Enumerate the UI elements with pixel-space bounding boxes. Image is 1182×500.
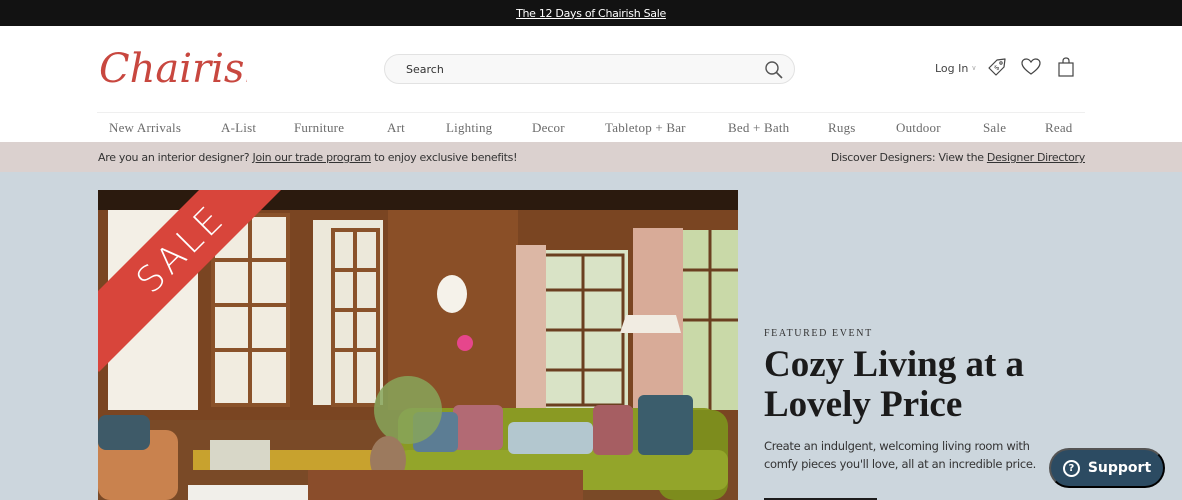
featured-event-description: Create an indulgent, welcoming living ro… <box>764 439 1036 471</box>
nav-furniture[interactable]: Furniture <box>294 120 344 136</box>
promo-bar: The 12 Days of Chairish Sale <box>0 0 1182 26</box>
price-tag-icon: $ <box>988 58 1006 76</box>
nav-decor[interactable]: Decor <box>532 120 565 136</box>
chevron-down-icon: ∨ <box>971 64 977 72</box>
trade-program-message: Are you an interior designer? Join our t… <box>98 151 518 164</box>
support-button[interactable]: ? Support <box>1049 448 1165 488</box>
shopping-bag-icon <box>1058 57 1074 77</box>
featured-event-eyebrow: FEATURED EVENT <box>764 328 873 339</box>
nav-outdoor[interactable]: Outdoor <box>896 120 941 136</box>
search-button[interactable] <box>764 60 784 80</box>
cart-button[interactable] <box>1055 56 1077 78</box>
site-header: Chairish Log In ∨ $ <box>0 26 1182 142</box>
designer-directory-message: Discover Designers: View the Designer Di… <box>831 151 1085 164</box>
search-bar <box>384 54 795 84</box>
designer-directory-link[interactable]: Designer Directory <box>987 151 1085 164</box>
help-circle-icon: ? <box>1062 459 1080 477</box>
hero-image[interactable]: SALE <box>98 190 738 500</box>
nav-lighting[interactable]: Lighting <box>446 120 492 136</box>
login-menu[interactable]: Log In ∨ <box>935 62 977 75</box>
nav-a-list[interactable]: A-List <box>221 120 256 136</box>
trade-program-bar: Are you an interior designer? Join our t… <box>0 142 1182 172</box>
account-area: Log In ∨ $ <box>935 56 1074 80</box>
search-icon <box>765 61 783 79</box>
logo-wordmark-icon: Chairish <box>99 46 270 92</box>
directory-prefix: Discover Designers: View the <box>830 151 984 164</box>
login-label: Log In <box>935 61 969 75</box>
chairish-logo[interactable]: Chairish <box>97 38 270 94</box>
promo-link[interactable]: The 12 Days of Chairish Sale <box>516 7 666 20</box>
nav-bed-bath[interactable]: Bed + Bath <box>728 120 789 136</box>
price-alerts-button[interactable]: $ <box>986 56 1008 78</box>
support-label: Support <box>1087 460 1152 476</box>
main-nav: New Arrivals A-List Furniture Art Lighti… <box>97 113 1085 142</box>
trade-suffix: to enjoy exclusive benefits! <box>374 151 518 164</box>
nav-rugs[interactable]: Rugs <box>828 120 856 136</box>
nav-sale[interactable]: Sale <box>983 120 1006 136</box>
trade-prefix: Are you an interior designer? <box>98 151 250 164</box>
nav-art[interactable]: Art <box>387 120 405 136</box>
nav-tabletop-bar[interactable]: Tabletop + Bar <box>605 120 686 136</box>
nav-new-arrivals[interactable]: New Arrivals <box>109 120 181 136</box>
featured-event: FEATURED EVENT Cozy Living at a Lovely P… <box>764 328 1084 473</box>
svg-text:Chairish: Chairish <box>99 46 247 92</box>
trade-program-link[interactable]: Join our trade program <box>253 151 372 164</box>
nav-read[interactable]: Read <box>1045 120 1073 136</box>
favorites-button[interactable] <box>1020 56 1042 78</box>
heart-icon <box>1021 58 1041 75</box>
search-input[interactable] <box>385 62 735 76</box>
hero-banner: SALE FEATURED EVENT Cozy Living at a Lov… <box>0 172 1182 500</box>
featured-event-headline: Cozy Living at a Lovely Price <box>764 344 1025 425</box>
